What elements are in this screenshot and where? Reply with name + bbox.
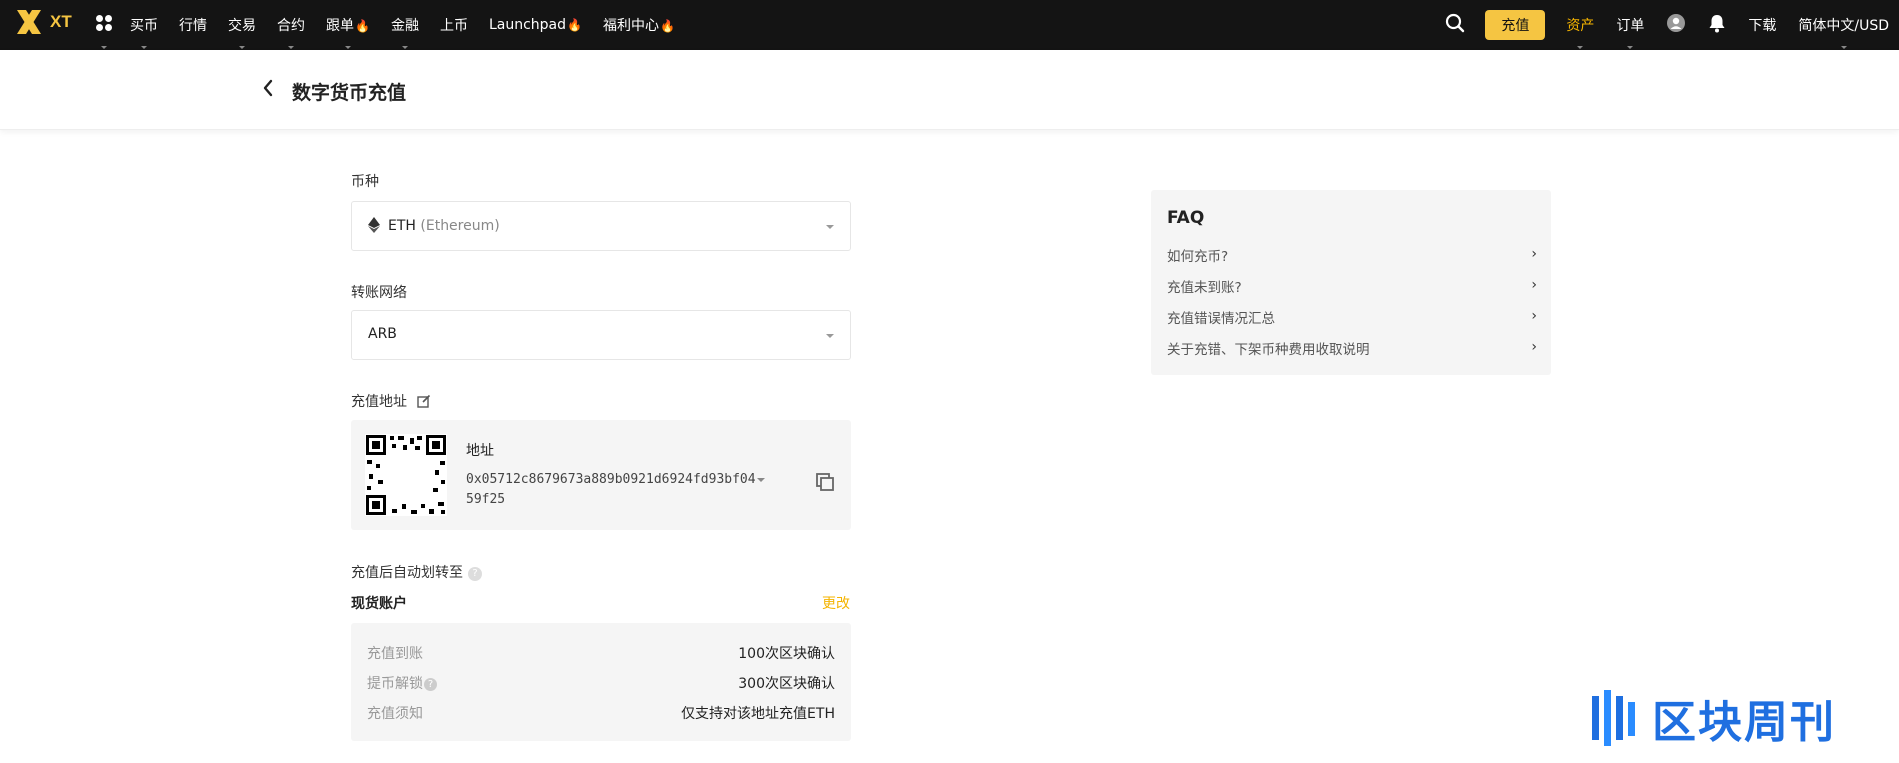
watermark-text: 区块周刊 <box>1652 697 1836 748</box>
address-qr-code <box>365 434 447 516</box>
main-nav: 买币 行情 交易 合约 跟单🔥 金融 上币 Launchpad🔥 福利中心🔥 <box>96 0 696 50</box>
help-icon[interactable]: ? <box>468 567 482 581</box>
deposit-info-panel: 充值到账 100次区块确认 提币解锁? 300次区块确认 充值须知 仅支持对该地… <box>351 623 851 741</box>
change-account-link[interactable]: 更改 <box>822 593 850 613</box>
nav-item-futures[interactable]: 合约 <box>277 15 305 49</box>
xt-logo[interactable]: XT <box>14 7 72 37</box>
edit-icon[interactable] <box>417 394 431 408</box>
nav-item-assets[interactable]: 资产 <box>1566 15 1594 49</box>
chevron-down-icon <box>826 225 834 229</box>
fire-icon: 🔥 <box>355 19 370 33</box>
nav-item-finance[interactable]: 金融 <box>391 15 419 49</box>
faq-item[interactable]: 如何充币? › <box>1167 245 1537 267</box>
network-value: ARB <box>368 326 397 342</box>
spot-account-label: 现货账户 <box>351 596 407 612</box>
chevron-right-icon: › <box>1531 246 1537 262</box>
auto-transfer-label: 充值后自动划转至? <box>351 562 482 582</box>
apps-menu-icon[interactable] <box>96 15 112 49</box>
coin-label: 币种 <box>351 174 379 190</box>
address-label: 充值地址 <box>351 391 431 411</box>
faq-panel: FAQ 如何充币? › 充值未到账? › 充值错误情况汇总 › 关于充错、下架币种费用… <box>1151 190 1551 375</box>
help-icon[interactable]: ? <box>424 678 437 691</box>
user-avatar-icon[interactable] <box>1666 13 1686 37</box>
back-chevron-icon[interactable] <box>262 79 274 102</box>
xt-logo-icon <box>17 10 41 34</box>
search-icon[interactable] <box>1445 13 1465 37</box>
watermark: 区块周刊 <box>1590 686 1836 750</box>
network-label: 转账网络 <box>351 285 407 301</box>
chevron-right-icon: › <box>1531 308 1537 324</box>
watermark-logo-icon <box>1592 690 1635 746</box>
fire-icon: 🔥 <box>567 18 582 32</box>
nav-item-markets[interactable]: 行情 <box>179 15 207 35</box>
faq-title: FAQ <box>1167 208 1205 228</box>
nav-item-orders[interactable]: 订单 <box>1616 15 1644 49</box>
language-currency-selector[interactable]: 简体中文/USD <box>1798 15 1889 49</box>
page-header: 数字货币充值 <box>0 50 1899 130</box>
chevron-right-icon: › <box>1531 277 1537 293</box>
ethereum-icon <box>368 217 380 233</box>
logo-text: XT <box>50 12 72 31</box>
nav-item-trade[interactable]: 交易 <box>228 15 256 49</box>
nav-item-listing[interactable]: 上币 <box>440 15 468 35</box>
address-title: 地址 <box>466 443 494 459</box>
deposit-button[interactable]: 充值 <box>1485 10 1546 40</box>
notification-bell-icon[interactable] <box>1708 13 1726 37</box>
deposit-address-value[interactable]: 0x05712c8679673a889b0921d6924fd93bf0459f… <box>466 470 756 510</box>
network-select[interactable]: ARB <box>351 310 851 360</box>
page-title: 数字货币充值 <box>292 82 407 104</box>
chevron-right-icon: › <box>1531 339 1537 355</box>
nav-item-download[interactable]: 下载 <box>1748 15 1776 35</box>
faq-item[interactable]: 充值错误情况汇总 › <box>1167 307 1537 329</box>
faq-item[interactable]: 关于充错、下架币种费用收取说明 › <box>1167 338 1537 360</box>
address-dropdown-icon[interactable] <box>757 478 765 482</box>
grid-icon <box>96 15 112 31</box>
coin-name: (Ethereum) <box>420 218 500 234</box>
nav-item-launchpad[interactable]: Launchpad🔥 <box>489 17 582 33</box>
right-nav: 充值 资产 订单 下载 简体中文/USD <box>1445 0 1899 50</box>
copy-icon[interactable] <box>815 472 835 492</box>
coin-symbol: ETH <box>388 218 416 234</box>
deposit-address-panel: 地址 0x05712c8679673a889b0921d6924fd93bf04… <box>351 420 851 530</box>
faq-item[interactable]: 充值未到账? › <box>1167 276 1537 298</box>
nav-item-copy-trading[interactable]: 跟单🔥 <box>326 15 370 49</box>
fire-icon: 🔥 <box>659 19 675 33</box>
coin-select[interactable]: ETH (Ethereum) <box>351 201 851 251</box>
chevron-down-icon <box>826 334 834 338</box>
nav-item-rewards-center[interactable]: 福利中心🔥 <box>603 15 675 35</box>
nav-item-buy-crypto[interactable]: 买币 <box>130 15 158 49</box>
top-navigation-bar: XT 买币 行情 交易 合约 跟单🔥 金融 上币 Launchpad🔥 福利中心… <box>0 0 1899 50</box>
